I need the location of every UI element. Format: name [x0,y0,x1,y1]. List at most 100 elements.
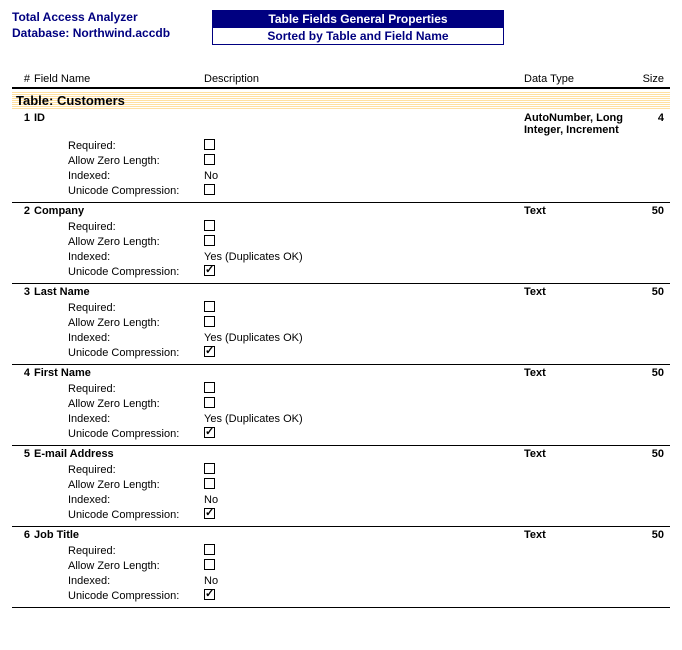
prop-indexed-label: Indexed: [68,494,204,506]
col-header-num: # [12,73,34,85]
database-label: Database: [12,26,69,40]
field-block: 2CompanyText50Required:Allow Zero Length… [12,203,670,284]
required-checkbox [204,382,215,393]
prop-indexed-label: Indexed: [68,332,204,344]
prop-indexed-label: Indexed: [68,575,204,587]
unicode-checkbox [204,427,215,438]
field-num: 5 [12,448,34,460]
field-row: 2CompanyText50 [12,203,670,217]
indexed-value: Yes (Duplicates OK) [204,413,303,425]
field-size: 50 [624,367,670,379]
field-type: Text [524,529,624,541]
prop-indexed-label: Indexed: [68,170,204,182]
field-size: 4 [624,112,670,136]
prop-allowzero-label: Allow Zero Length: [68,155,204,167]
prop-required-label: Required: [68,221,204,233]
unicode-checkbox [204,508,215,519]
field-row: 3Last Name Text50 [12,284,670,298]
field-num: 3 [12,286,34,298]
field-size: 50 [624,529,670,541]
field-num: 4 [12,367,34,379]
field-row: 5E-mail Address Text50 [12,446,670,460]
prop-unicode-label: Unicode Compression: [68,428,204,440]
prop-unicode-label: Unicode Compression: [68,266,204,278]
field-properties: Required: Allow Zero Length: Indexed:NoUni… [12,138,670,198]
field-properties: Required: Allow Zero Length: Indexed:Yes (… [12,219,670,279]
prop-required-label: Required: [68,140,204,152]
field-desc [204,367,524,379]
prop-allowzero-label: Allow Zero Length: [68,398,204,410]
indexed-value: Yes (Duplicates OK) [204,251,303,263]
report-subtitle-box: Sorted by Table and Field Name [212,28,504,45]
field-type: Text [524,205,624,217]
app-title: Total Access Analyzer [12,10,212,24]
allowzero-checkbox [204,316,215,327]
field-desc [204,286,524,298]
field-block: 6Job TitleText50 Required: Allow Zero Leng… [12,527,670,608]
prop-allowzero-label: Allow Zero Length: [68,479,204,491]
table-name: Customers [57,93,125,108]
field-properties: Required: Allow Zero Length: Indexed:NoUni… [12,462,670,522]
field-properties: Required: Allow Zero Length: Indexed:NoUni… [12,543,670,603]
unicode-checkbox [204,265,215,276]
col-header-size: Size [624,73,670,85]
allowzero-checkbox [204,154,215,165]
field-size: 50 [624,448,670,460]
prop-unicode-label: Unicode Compression: [68,347,204,359]
database-line: Database: Northwind.accdb [12,26,212,40]
report-title-box: Table Fields General Properties [212,10,504,28]
field-desc [204,448,524,460]
required-checkbox [204,544,215,555]
table-title-band: Table: Customers [12,91,670,110]
indexed-value: No [204,575,218,587]
field-name: ID [34,112,204,136]
indexed-value: No [204,494,218,506]
indexed-value: No [204,170,218,182]
col-header-field: Field Name [34,73,204,85]
field-name: First Name [34,367,204,379]
table-title-prefix: Table: [16,93,53,108]
field-block: 5E-mail Address Text50 Required: Allow Zero… [12,446,670,527]
field-desc [204,205,524,217]
field-block: 3Last Name Text50 Required: Allow Zero Leng… [12,284,670,365]
allowzero-checkbox [204,478,215,489]
required-checkbox [204,463,215,474]
field-name: E-mail Address [34,448,204,460]
field-name: Company [34,205,204,217]
prop-unicode-label: Unicode Compression: [68,185,204,197]
col-header-desc: Description [204,73,524,85]
field-size: 50 [624,205,670,217]
allowzero-checkbox [204,559,215,570]
field-type: Text [524,448,624,460]
field-row: 4First Name Text50 [12,365,670,379]
field-row: 1IDAutoNumber, Long Integer, Increment4 [12,110,670,136]
prop-allowzero-label: Allow Zero Length: [68,317,204,329]
col-header-type: Data Type [524,73,624,85]
prop-unicode-label: Unicode Compression: [68,509,204,521]
unicode-checkbox [204,346,215,357]
field-type: AutoNumber, Long Integer, Increment [524,112,624,136]
prop-required-label: Required: [68,464,204,476]
field-row: 6Job TitleText50 [12,527,670,541]
prop-required-label: Required: [68,302,204,314]
prop-indexed-label: Indexed: [68,251,204,263]
field-desc [204,112,524,136]
required-checkbox [204,139,215,150]
prop-unicode-label: Unicode Compression: [68,590,204,602]
field-block: 1IDAutoNumber, Long Integer, Increment4R… [12,110,670,203]
field-desc [204,529,524,541]
prop-required-label: Required: [68,383,204,395]
field-properties: Required:Allow Zero Length:Indexed:Yes (… [12,300,670,360]
allowzero-checkbox [204,397,215,408]
field-type: Text [524,367,624,379]
prop-allowzero-label: Allow Zero Length: [68,236,204,248]
field-name: Last Name [34,286,204,298]
prop-required-label: Required: [68,545,204,557]
field-type: Text [524,286,624,298]
prop-indexed-label: Indexed: [68,413,204,425]
unicode-checkbox [204,184,215,195]
database-name: Northwind.accdb [73,26,170,40]
field-size: 50 [624,286,670,298]
column-headers: # Field Name Description Data Type Size [12,73,670,89]
prop-allowzero-label: Allow Zero Length: [68,560,204,572]
